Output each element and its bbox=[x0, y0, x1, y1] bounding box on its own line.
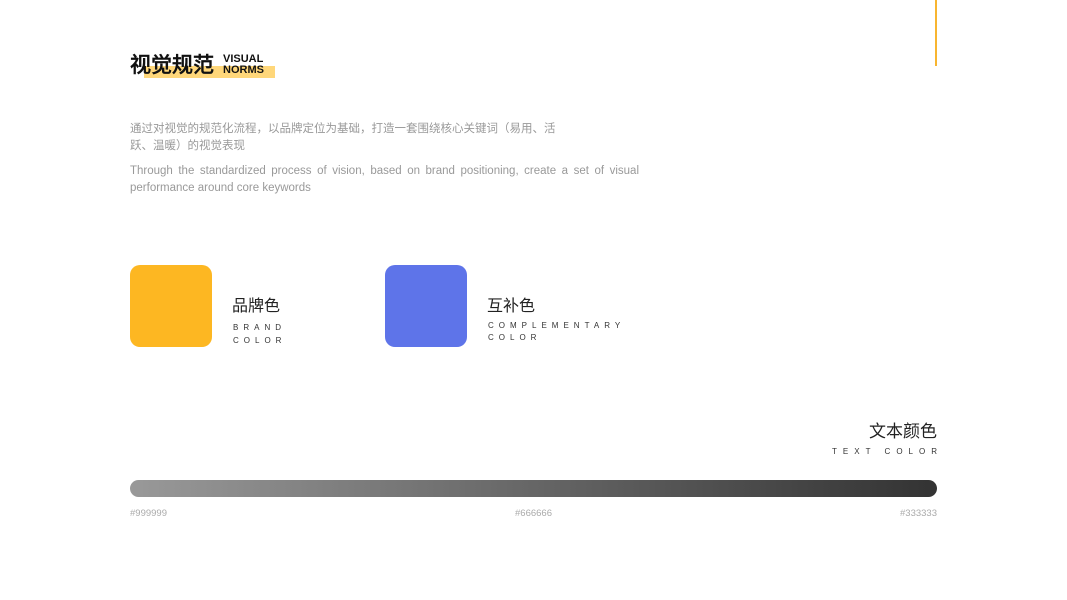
title-cn: 视觉规范 bbox=[130, 53, 214, 77]
hex-label-dark: #333333 bbox=[900, 508, 937, 519]
brand-color-label-en: BRAND COLOR bbox=[233, 321, 286, 347]
complementary-color-label-cn: 互补色 bbox=[487, 296, 536, 315]
complementary-color-en-line2: COLOR bbox=[488, 333, 542, 342]
brand-color-label-cn: 品牌色 bbox=[232, 296, 281, 315]
hex-label-light: #999999 bbox=[130, 508, 167, 519]
title-en: VISUAL NORMS bbox=[223, 54, 264, 76]
complementary-color-label-en: COMPLEMENTARY COLOR bbox=[488, 320, 625, 344]
text-color-gradient-bar bbox=[130, 480, 937, 497]
accent-vertical-line bbox=[935, 0, 937, 66]
brand-color-en-line1: BRAND bbox=[233, 323, 287, 332]
title-en-line2: NORMS bbox=[223, 64, 264, 76]
hex-label-medium: #666666 bbox=[515, 508, 552, 519]
brand-color-swatch bbox=[130, 265, 212, 347]
complementary-color-swatch bbox=[385, 265, 467, 347]
brand-color-en-line2: COLOR bbox=[233, 336, 287, 345]
description-cn: 通过对视觉的规范化流程，以品牌定位为基础，打造一套围绕核心关键词（易用、活跃、温… bbox=[130, 121, 556, 152]
text-color-label-en: TEXT COLOR bbox=[832, 447, 943, 456]
description-en: Through the standardized process of visi… bbox=[130, 165, 639, 194]
text-color-label-cn: 文本颜色 bbox=[869, 422, 937, 442]
complementary-color-en-line1: COMPLEMENTARY bbox=[488, 321, 626, 330]
